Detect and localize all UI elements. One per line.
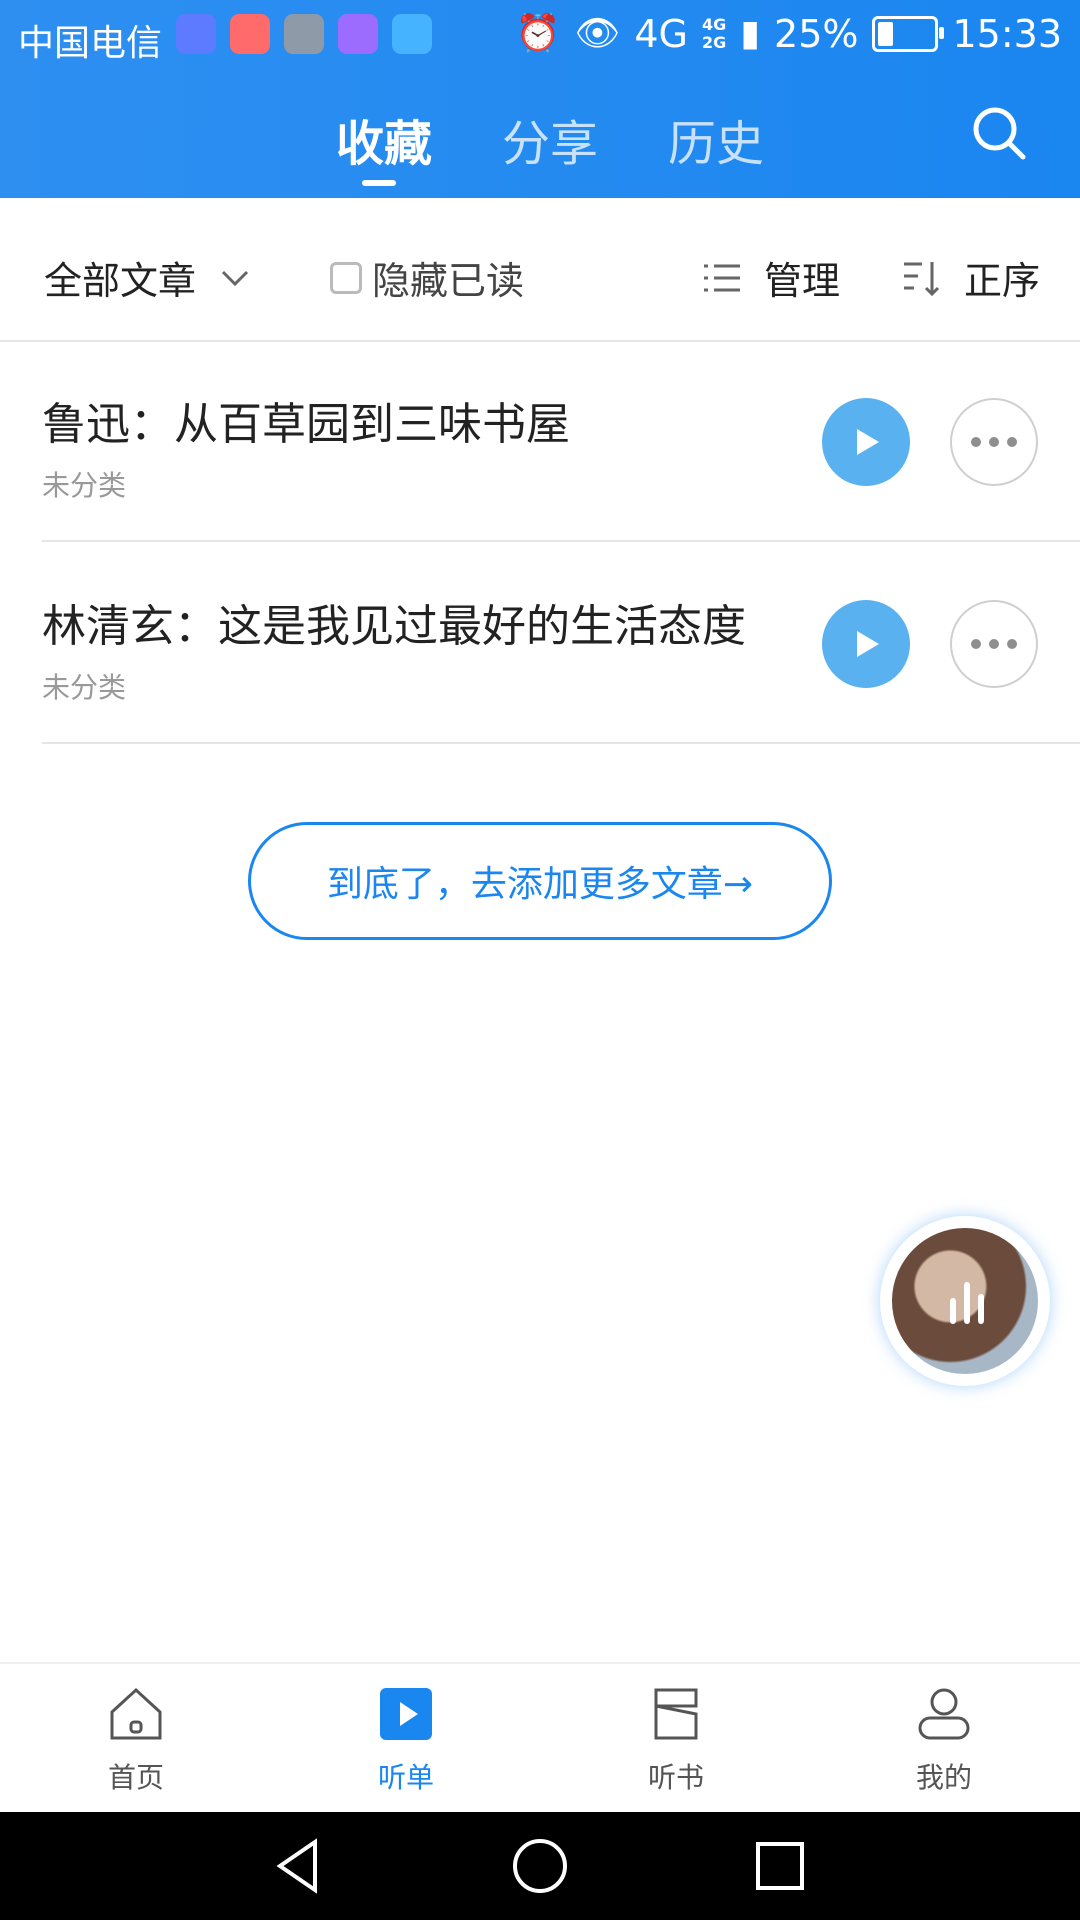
nav-home-label: 首页 xyxy=(107,1761,164,1794)
hide-read-checkbox[interactable] xyxy=(330,261,362,294)
user-icon xyxy=(918,1688,970,1740)
more-dot xyxy=(1007,437,1017,447)
article-list: 鲁迅：从百草园到三味书屋 未分类 林清玄：这是我见过最好的生活态度 未分类 xyxy=(0,340,1080,744)
alarm-icon: ⏰ xyxy=(515,13,561,54)
tab-favorites[interactable]: 收藏 xyxy=(336,104,432,174)
play-button[interactable] xyxy=(822,600,910,688)
sort-label: 正序 xyxy=(964,259,1041,303)
notification-app-icon xyxy=(392,14,432,54)
nav-profile[interactable]: 我的 xyxy=(864,1682,1024,1796)
carrier-label: 中国电信 xyxy=(18,23,163,64)
nav-audiobooks-label: 听书 xyxy=(647,1761,704,1794)
list-icon xyxy=(704,264,740,291)
home-circle-icon[interactable] xyxy=(510,1836,570,1896)
notification-app-icon xyxy=(284,14,324,54)
filter-label: 全部文章 xyxy=(44,259,197,303)
battery-percentage: 25% xyxy=(774,12,859,56)
nav-home[interactable]: 首页 xyxy=(56,1682,216,1796)
tab-history[interactable]: 历史 xyxy=(668,104,764,174)
article-category: 未分类 xyxy=(42,469,127,502)
list-item[interactable]: 鲁迅：从百草园到三味书屋 未分类 xyxy=(0,340,1080,542)
network-small-bottom: 2G xyxy=(701,33,727,52)
status-right: ⏰ 👁 4G 4G 2G ▮ 25% 15:33 xyxy=(516,12,1062,56)
hide-read-toggle[interactable]: 隐藏已读 xyxy=(330,250,524,305)
notification-app-icon xyxy=(176,14,216,54)
add-more-articles-button[interactable]: 到底了，去添加更多文章→ xyxy=(248,822,832,940)
signal-icon: ▮ xyxy=(740,13,761,54)
more-dot xyxy=(971,639,981,649)
battery-icon xyxy=(872,16,945,52)
active-tab-indicator xyxy=(362,180,396,186)
more-options-button[interactable] xyxy=(950,600,1038,688)
back-icon[interactable] xyxy=(270,1836,330,1896)
nav-profile-label: 我的 xyxy=(915,1761,972,1794)
article-title[interactable]: 林清玄：这是我见过最好的生活态度 xyxy=(42,590,746,654)
eye-icon: 👁 xyxy=(574,13,621,54)
book-icon xyxy=(654,1688,698,1740)
article-title[interactable]: 鲁迅：从百草园到三味书屋 xyxy=(42,388,570,452)
play-square-icon xyxy=(380,1688,432,1740)
home-icon xyxy=(110,1687,162,1740)
bottom-navigation: 首页 听单 听书 我的 xyxy=(0,1662,1080,1814)
list-divider xyxy=(42,742,1080,744)
top-tabs: 收藏 分享 历史 xyxy=(0,104,1080,184)
sort-button[interactable]: 正序 xyxy=(900,250,1040,305)
more-dot xyxy=(1007,639,1017,649)
play-icon xyxy=(857,429,879,455)
status-bar: 中国电信 ⏰ 👁 4G 4G 2G ▮ 25% 15:33 xyxy=(0,0,1080,76)
play-icon xyxy=(857,631,879,657)
more-dot xyxy=(989,437,999,447)
manage-label: 管理 xyxy=(764,259,841,303)
network-type: 4G xyxy=(634,12,688,56)
more-dot xyxy=(989,639,999,649)
recent-apps-icon[interactable] xyxy=(750,1836,810,1896)
more-options-button[interactable] xyxy=(950,398,1038,486)
audio-bars-icon xyxy=(950,1282,984,1324)
floating-player-button[interactable] xyxy=(880,1216,1050,1386)
filter-dropdown[interactable]: 全部文章 xyxy=(44,250,250,305)
search-icon[interactable] xyxy=(970,104,1028,162)
system-navigation-bar xyxy=(0,1812,1080,1920)
manage-button[interactable]: 管理 xyxy=(700,250,840,305)
nav-playlist-label: 听单 xyxy=(377,1761,434,1794)
nav-audiobooks[interactable]: 听书 xyxy=(596,1682,756,1796)
play-button[interactable] xyxy=(822,398,910,486)
filter-toolbar: 全部文章 隐藏已读 管理 正序 xyxy=(0,198,1080,342)
notification-icons xyxy=(176,14,432,54)
chevron-down-icon xyxy=(221,270,249,286)
article-category: 未分类 xyxy=(42,671,127,704)
tab-share[interactable]: 分享 xyxy=(502,104,598,174)
list-item[interactable]: 林清玄：这是我见过最好的生活态度 未分类 xyxy=(0,542,1080,744)
hide-read-label: 隐藏已读 xyxy=(372,259,525,303)
clock: 15:33 xyxy=(952,12,1062,56)
notification-app-icon xyxy=(338,14,378,54)
nav-playlist[interactable]: 听单 xyxy=(326,1682,486,1796)
network-small-top: 4G xyxy=(701,15,727,34)
top-header: 中国电信 ⏰ 👁 4G 4G 2G ▮ 25% 15:33 收藏 分享 历史 xyxy=(0,0,1080,198)
more-dot xyxy=(971,437,981,447)
notification-app-icon xyxy=(230,14,270,54)
sort-icon xyxy=(904,261,940,296)
network-dual: 4G 2G xyxy=(702,16,726,52)
